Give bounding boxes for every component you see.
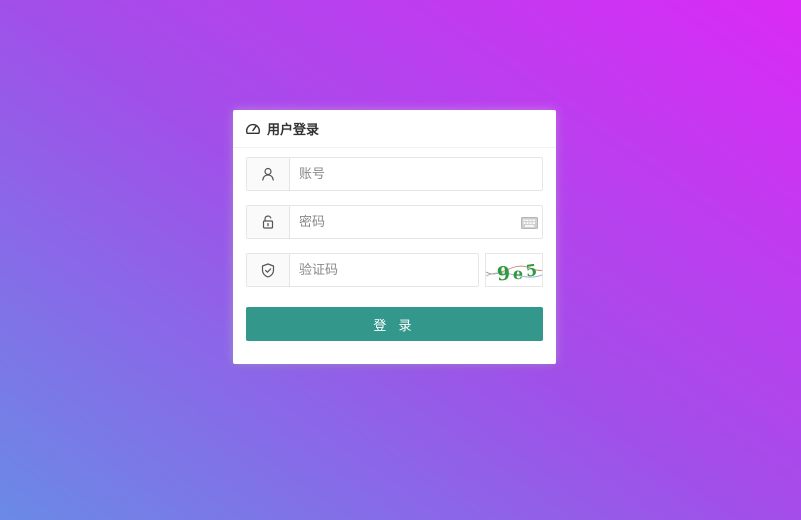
- svg-text:9: 9: [496, 263, 511, 286]
- shield-check-icon: [247, 254, 290, 286]
- username-input[interactable]: [290, 158, 542, 190]
- login-button[interactable]: 登 录: [246, 307, 543, 341]
- lock-icon: [247, 206, 290, 238]
- password-group: [246, 205, 543, 239]
- password-input[interactable]: [290, 206, 542, 238]
- card-header: 用户登录: [233, 110, 556, 148]
- keyboard-icon[interactable]: [521, 215, 538, 229]
- password-row: [246, 205, 543, 239]
- username-group: [246, 157, 543, 191]
- captcha-input[interactable]: [290, 254, 478, 286]
- user-icon: [247, 158, 290, 190]
- captcha-image[interactable]: 9 e 5 m: [485, 253, 543, 287]
- svg-text:m: m: [542, 262, 543, 287]
- dashboard-icon: [245, 121, 261, 137]
- captcha-group: [246, 253, 479, 287]
- login-form: 9 e 5 m 登 录: [233, 148, 556, 341]
- page-title: 用户登录: [267, 123, 320, 138]
- login-card: 用户登录 账号 验证码 9 e 5 登 录: [233, 110, 556, 364]
- svg-text:e: e: [512, 264, 524, 284]
- captcha-row: 9 e 5 m: [246, 253, 543, 287]
- svg-text:5: 5: [525, 260, 539, 280]
- username-row: [246, 157, 543, 191]
